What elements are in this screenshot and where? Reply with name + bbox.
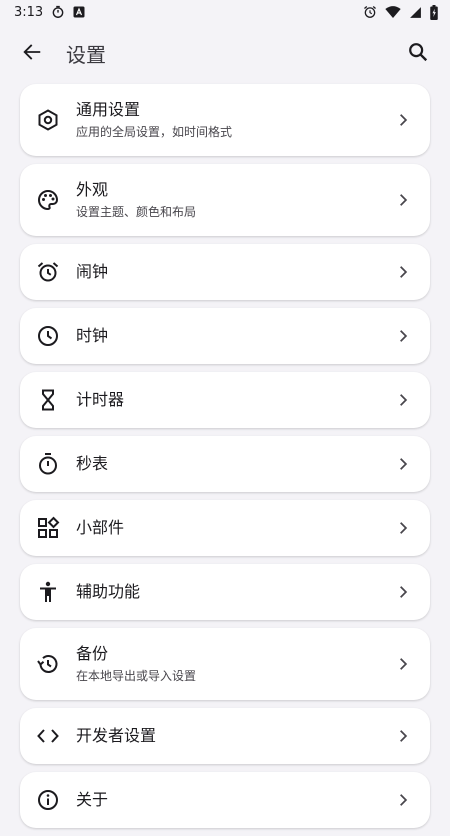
settings-item-subtitle: 应用的全局设置，如时间格式: [76, 125, 233, 139]
settings-item-clock[interactable]: 时钟: [20, 308, 430, 364]
timer-status-icon: [51, 5, 65, 19]
settings-item-title: 外观: [76, 180, 109, 199]
app-notification-icon: [73, 6, 85, 18]
settings-item-developer[interactable]: 开发者设置: [20, 708, 430, 764]
chevron-right-icon: [396, 265, 410, 279]
stopwatch-icon: [36, 452, 60, 476]
settings-item-general[interactable]: 通用设置 应用的全局设置，如时间格式: [20, 84, 430, 156]
back-button[interactable]: [18, 38, 46, 66]
top-app-bar: 设置: [0, 24, 450, 80]
palette-icon: [36, 188, 60, 212]
page-title: 设置: [66, 43, 106, 67]
settings-item-about[interactable]: 关于: [20, 772, 430, 828]
settings-item-subtitle: 设置主题、颜色和布局: [76, 205, 197, 219]
restore-icon: [36, 652, 60, 676]
alarm-status-icon: [363, 5, 377, 19]
settings-item-title: 辅助功能: [76, 582, 141, 601]
settings-item-stopwatch[interactable]: 秒表: [20, 436, 430, 492]
settings-list: 通用设置 应用的全局设置，如时间格式 外观 设置主题、颜色和布局 闹钟 时钟 计…: [20, 84, 430, 836]
settings-item-title: 闹钟: [76, 262, 109, 281]
settings-item-alarm[interactable]: 闹钟: [20, 244, 430, 300]
settings-item-timer[interactable]: 计时器: [20, 372, 430, 428]
chevron-right-icon: [396, 585, 410, 599]
chevron-right-icon: [396, 457, 410, 471]
chevron-right-icon: [396, 657, 410, 671]
settings-item-title: 开发者设置: [76, 726, 157, 745]
chevron-right-icon: [396, 729, 410, 743]
settings-item-title: 小部件: [76, 518, 125, 537]
search-icon: [409, 43, 428, 62]
accessibility-icon: [36, 580, 60, 604]
battery-icon: [430, 4, 438, 20]
wifi-icon: [385, 5, 401, 19]
settings-item-subtitle: 在本地导出或导入设置: [76, 669, 197, 683]
alarm-icon: [36, 260, 60, 284]
settings-item-title: 秒表: [76, 454, 109, 473]
settings-item-title: 计时器: [76, 390, 125, 409]
chevron-right-icon: [396, 793, 410, 807]
settings-item-accessibility[interactable]: 辅助功能: [20, 564, 430, 620]
settings-item-backup[interactable]: 备份 在本地导出或导入设置: [20, 628, 430, 700]
settings-item-title: 通用设置: [76, 100, 141, 119]
signal-icon: [409, 6, 422, 19]
arrow-back-icon: [23, 44, 41, 60]
chevron-right-icon: [396, 113, 410, 127]
info-icon: [36, 788, 60, 812]
settings-item-title: 时钟: [76, 326, 109, 345]
search-button[interactable]: [404, 38, 432, 66]
chevron-right-icon: [396, 393, 410, 407]
hourglass-icon: [36, 388, 60, 412]
chevron-right-icon: [396, 329, 410, 343]
chevron-right-icon: [396, 193, 410, 207]
code-icon: [36, 724, 60, 748]
settings-item-title: 备份: [76, 644, 109, 663]
settings-hexagon-icon: [36, 108, 60, 132]
settings-item-appearance[interactable]: 外观 设置主题、颜色和布局: [20, 164, 430, 236]
clock-icon: [36, 324, 60, 348]
widgets-icon: [36, 516, 60, 540]
status-bar: 3:13: [0, 0, 450, 24]
settings-item-title: 关于: [76, 790, 109, 809]
settings-item-widgets[interactable]: 小部件: [20, 500, 430, 556]
chevron-right-icon: [396, 521, 410, 535]
status-time: 3:13: [14, 4, 44, 20]
